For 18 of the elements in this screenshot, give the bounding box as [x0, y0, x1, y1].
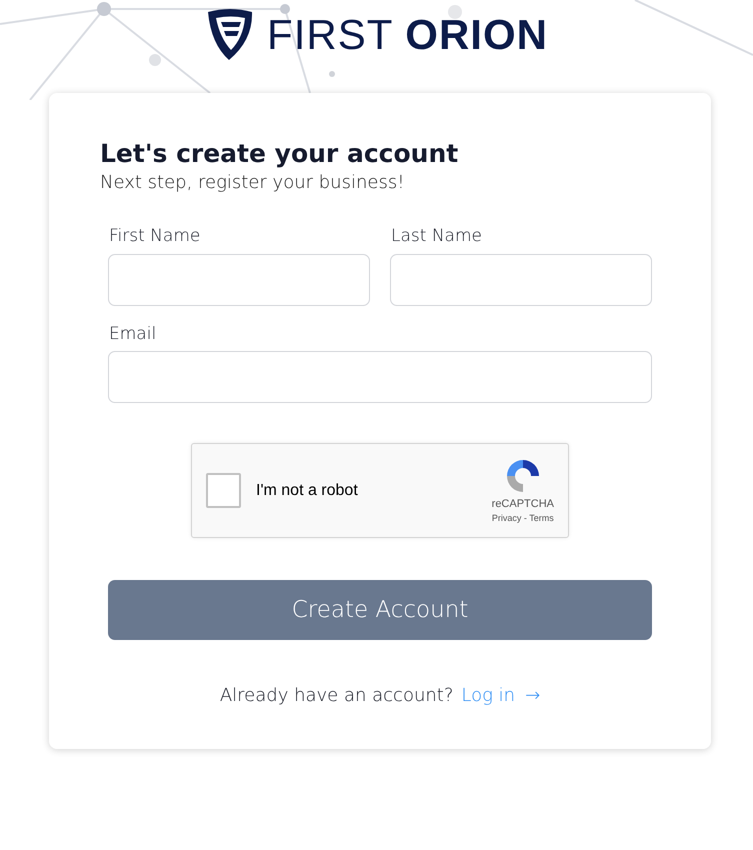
heading: Let's create your account	[100, 139, 460, 169]
field-label: First Name	[108, 225, 202, 248]
subheading: Next step, register your business!	[100, 171, 406, 195]
create-account-button[interactable]: Create Account	[108, 580, 652, 640]
recaptcha-brand: reCAPTCHA	[492, 496, 554, 512]
field-label: Email	[108, 322, 158, 346]
captcha-checkbox[interactable]	[206, 473, 241, 508]
text-field[interactable]	[108, 351, 652, 403]
field-label: Last Name	[390, 225, 483, 248]
captcha-label: I'm not a robot	[256, 480, 358, 500]
privacy-link[interactable]: Privacy	[492, 513, 522, 523]
terms-link[interactable]: Terms	[529, 513, 554, 523]
separator: -	[524, 513, 527, 523]
logo-text: FIRST ORION	[267, 14, 548, 56]
login-prompt: Already have an account?	[220, 685, 454, 706]
arrow-icon: →	[525, 685, 540, 706]
text-field[interactable]	[108, 254, 370, 306]
text-field[interactable]	[390, 254, 652, 306]
